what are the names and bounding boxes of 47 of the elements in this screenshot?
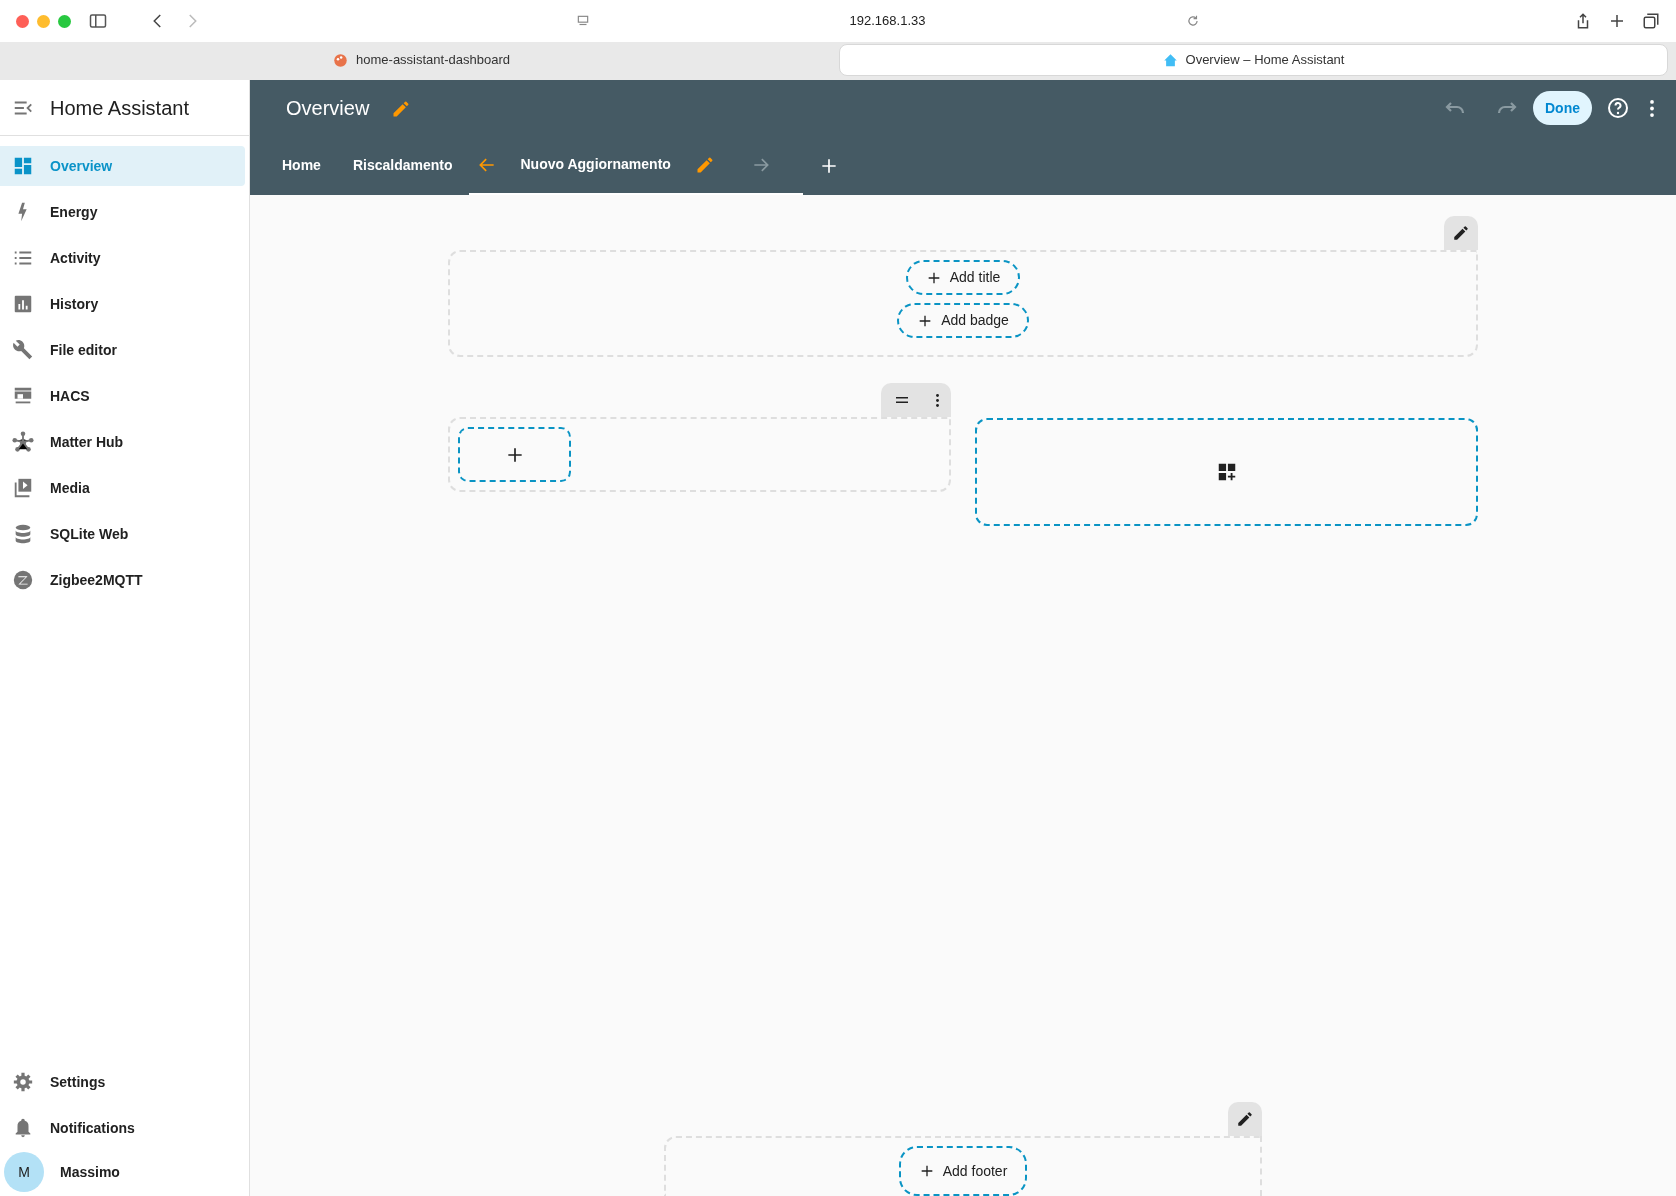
sidebar-item[interactable]: Energy bbox=[0, 192, 245, 232]
browser-tab[interactable]: Overview – Home Assistant bbox=[839, 44, 1668, 76]
play-icon bbox=[12, 477, 34, 499]
plus-icon bbox=[1608, 12, 1626, 30]
add-card-button[interactable] bbox=[458, 427, 571, 482]
sidebar-item[interactable]: File editor bbox=[0, 330, 245, 370]
edit-footer-button[interactable] bbox=[1228, 1102, 1262, 1136]
tabs-overview-icon bbox=[1642, 12, 1660, 30]
edit-header-button[interactable] bbox=[1444, 216, 1478, 250]
user-avatar[interactable]: M bbox=[4, 1152, 44, 1192]
add-footer-button[interactable]: Add footer bbox=[898, 1146, 1028, 1196]
sidebar-item[interactable]: Activity bbox=[0, 238, 245, 278]
network-icon bbox=[12, 431, 34, 453]
pencil-icon bbox=[1452, 224, 1470, 242]
dashboard-title: Overview bbox=[286, 96, 370, 121]
user-name[interactable]: Massimo bbox=[60, 1161, 120, 1183]
sidebar-item[interactable]: SQLite Web bbox=[0, 514, 245, 554]
add-title-button[interactable]: Add title bbox=[905, 260, 1021, 295]
bar-chart-icon bbox=[12, 293, 34, 315]
more-options-icon[interactable] bbox=[935, 393, 939, 407]
sidebar-item[interactable]: Notifications bbox=[0, 1108, 245, 1148]
dashboard-icon bbox=[12, 155, 34, 177]
dots-drawing bbox=[1650, 100, 1654, 118]
sidebar-item[interactable]: Matter Hub bbox=[0, 422, 245, 462]
dashboard-tab[interactable]: Nuovo Aggiornamento bbox=[468, 136, 803, 195]
dashboard-tab[interactable]: Home bbox=[266, 136, 337, 195]
sidebar-item[interactable]: Media bbox=[0, 468, 245, 508]
sidebar-item[interactable]: HACS bbox=[0, 376, 245, 416]
wrench-icon bbox=[12, 339, 34, 361]
add-section-button[interactable] bbox=[975, 418, 1478, 526]
house-icon bbox=[1162, 52, 1178, 68]
app-title: Home Assistant bbox=[50, 95, 189, 121]
pencil-icon bbox=[1236, 1110, 1254, 1128]
sidebar-item[interactable]: History bbox=[0, 284, 245, 324]
browser-tab[interactable]: home-assistant-dashboard bbox=[8, 44, 835, 76]
sidebar-item[interactable]: Settings bbox=[0, 1062, 245, 1102]
settings-icon bbox=[12, 1071, 34, 1093]
add-badge-button[interactable]: Add badge bbox=[897, 303, 1029, 338]
z-circle-icon bbox=[12, 569, 34, 591]
sidebar-item[interactable]: Zigbee2MQTT bbox=[0, 560, 245, 600]
palette-icon bbox=[333, 52, 349, 68]
sidebar-toggle-icon bbox=[87, 12, 109, 30]
window-controls-icon[interactable] bbox=[16, 14, 71, 28]
question-circle-drawing bbox=[1606, 96, 1630, 121]
reload-icon bbox=[1185, 14, 1200, 28]
page-icon bbox=[575, 14, 590, 28]
dashboard-tab[interactable]: Riscaldamento bbox=[336, 136, 469, 195]
